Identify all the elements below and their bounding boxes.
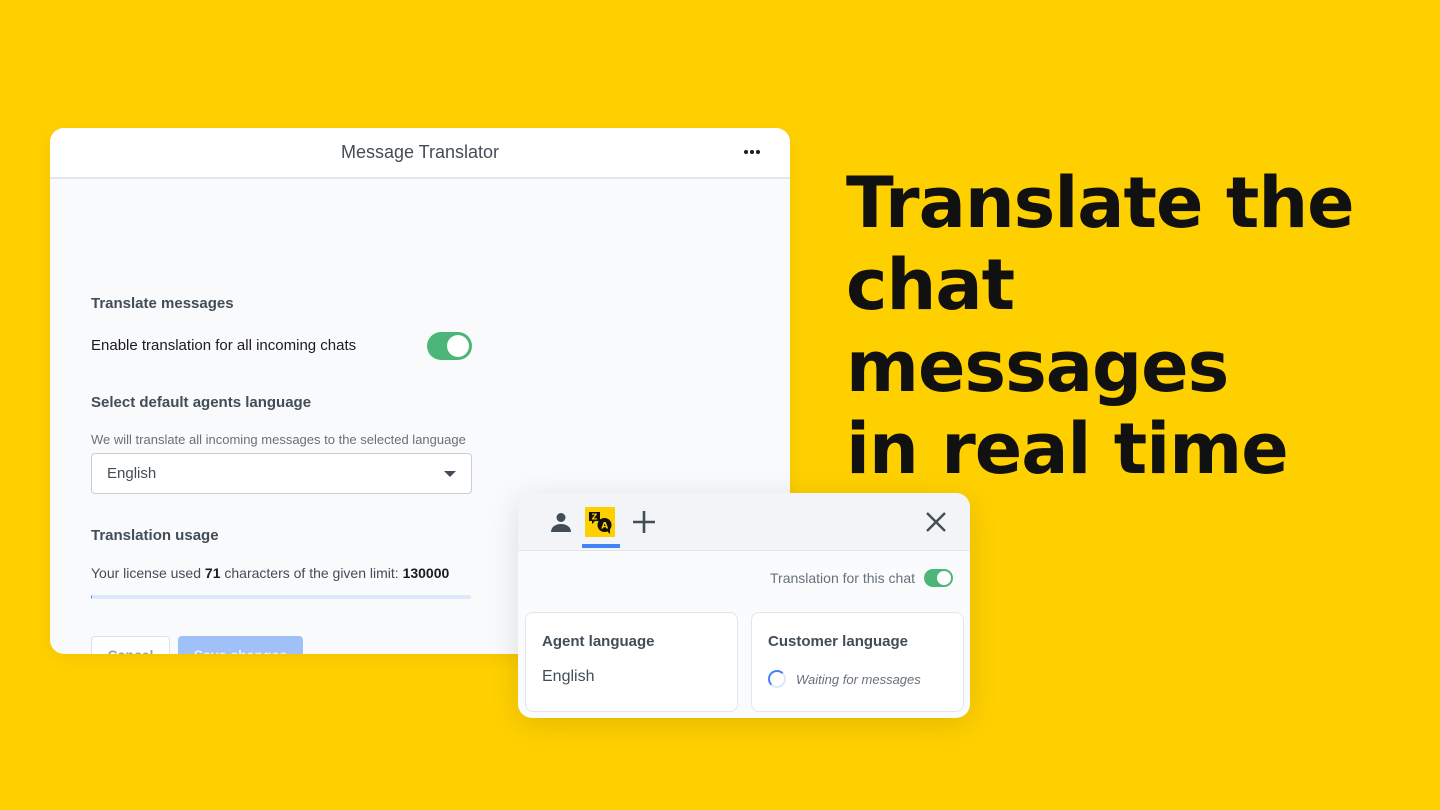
agent-language-value: English	[542, 668, 595, 685]
close-icon	[926, 512, 946, 532]
headline-line-3: in real time	[846, 408, 1289, 490]
close-button[interactable]	[924, 510, 948, 534]
waiting-status: Waiting for messages	[768, 670, 947, 688]
default-language-heading: Select default agents language	[91, 394, 312, 411]
usage-limit: 130000	[402, 565, 450, 581]
save-changes-button[interactable]: Save changes	[178, 636, 303, 654]
customer-language-title: Customer language	[768, 633, 909, 650]
marketing-headline: Translate the chat messages in real time	[846, 162, 1406, 490]
more-horizontal-icon	[744, 150, 748, 154]
window-title: Message Translator	[340, 142, 500, 162]
svg-text:Z: Z	[592, 513, 598, 522]
tab-customer-details[interactable]	[546, 507, 576, 537]
headline-line-2: chat messages	[846, 244, 1229, 408]
language-select-value: English	[107, 465, 157, 482]
loading-spinner-icon	[768, 670, 786, 688]
headline-line-1: Translate the	[846, 162, 1355, 244]
more-options-button[interactable]	[744, 146, 760, 158]
caret-down-icon	[444, 470, 456, 477]
tab-translator[interactable]: Z A	[585, 507, 615, 537]
language-hint: We will translate all incoming messages …	[91, 432, 466, 447]
svg-text:A: A	[601, 522, 608, 532]
translate-messages-heading: Translate messages	[91, 295, 234, 312]
usage-progress-bar	[91, 595, 471, 599]
tab-add[interactable]	[629, 507, 659, 537]
language-select[interactable]: English	[91, 453, 472, 494]
person-icon	[551, 513, 571, 532]
cancel-button[interactable]: Cancel	[91, 636, 170, 654]
toggle-knob	[447, 335, 469, 357]
customer-language-card: Customer language Waiting for messages	[751, 612, 964, 712]
more-dot	[750, 150, 754, 154]
translation-usage-heading: Translation usage	[91, 527, 219, 544]
chat-translation-widget: Z A Translation for this chat Agent lang…	[518, 493, 970, 718]
window-header: Message Translator	[50, 128, 790, 179]
usage-used-count: 71	[204, 565, 221, 581]
more-dot	[756, 150, 760, 154]
active-tab-indicator	[582, 544, 620, 548]
usage-text: Your license used 71 characters of the g…	[91, 565, 449, 581]
usage-prefix: Your license used	[91, 565, 205, 581]
toggle-knob	[937, 571, 951, 585]
enable-translation-label: Enable translation for all incoming chat…	[91, 337, 357, 354]
chat-translation-label: Translation for this chat	[770, 570, 915, 586]
agent-language-title: Agent language	[542, 633, 655, 650]
waiting-text: Waiting for messages	[796, 671, 921, 687]
widget-tab-bar: Z A	[518, 493, 970, 551]
chat-translation-toggle-row: Translation for this chat	[770, 569, 953, 587]
translate-icon: Z A	[589, 512, 612, 534]
enable-translation-toggle[interactable]	[427, 332, 472, 360]
usage-middle: characters of the given limit:	[220, 565, 403, 581]
chat-translation-toggle[interactable]	[924, 569, 953, 587]
agent-language-card: Agent language English	[525, 612, 738, 712]
plus-icon	[633, 511, 655, 533]
